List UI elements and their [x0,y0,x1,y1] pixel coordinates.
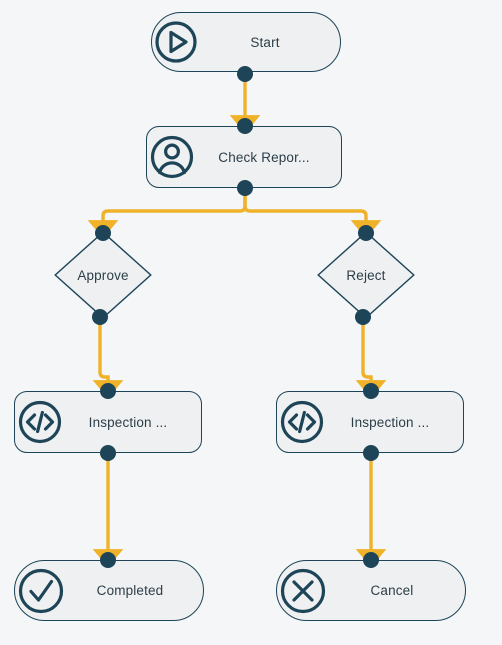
port-inspection-right-out[interactable] [363,445,379,461]
port-approve-out[interactable] [92,309,108,325]
port-inspection-right-in[interactable] [363,383,379,399]
port-check-out[interactable] [237,180,253,196]
node-approve[interactable]: Approve [54,231,152,319]
edge-approve-inspection[interactable] [92,321,124,399]
workflow-canvas[interactable]: Start Check Repor... Approve Reject Insp… [0,0,502,645]
node-inspection-right-label: Inspection ... [350,414,430,430]
reject-diamond-shape [317,231,415,319]
play-circle-icon [152,18,200,66]
code-circle-icon [15,397,65,447]
edge-check-approve[interactable] [87,190,247,239]
port-start-out[interactable] [237,66,253,82]
node-check-report-label: Check Repor... [218,149,310,165]
edge-check-reject[interactable] [243,190,382,239]
port-inspection-left-in[interactable] [100,383,116,399]
check-circle-icon [15,565,67,617]
port-inspection-left-out[interactable] [100,445,116,461]
port-completed-in[interactable] [100,552,116,568]
approve-diamond-shape [54,231,152,319]
port-reject-in[interactable] [358,225,374,241]
node-check-report[interactable]: Check Repor... [146,126,342,188]
node-cancel-label: Cancel [370,583,414,598]
edge-layer [87,74,387,568]
code-circle-icon [277,397,327,447]
node-inspection-left[interactable]: Inspection ... [14,391,202,453]
port-check-in[interactable] [237,118,253,134]
node-completed-label: Completed [96,583,164,598]
node-reject[interactable]: Reject [317,231,415,319]
port-cancel-in[interactable] [363,552,379,568]
port-approve-in[interactable] [95,225,111,241]
node-start[interactable]: Start [151,12,341,72]
node-inspection-left-label: Inspection ... [88,414,168,430]
node-cancel[interactable]: Cancel [276,560,466,621]
node-completed[interactable]: Completed [14,560,204,621]
node-inspection-right[interactable]: Inspection ... [276,391,464,453]
edge-reject-inspection[interactable] [355,321,387,399]
port-reject-out[interactable] [355,309,371,325]
node-start-label: Start [250,34,280,50]
user-circle-icon [147,132,197,182]
x-circle-icon [277,565,329,617]
